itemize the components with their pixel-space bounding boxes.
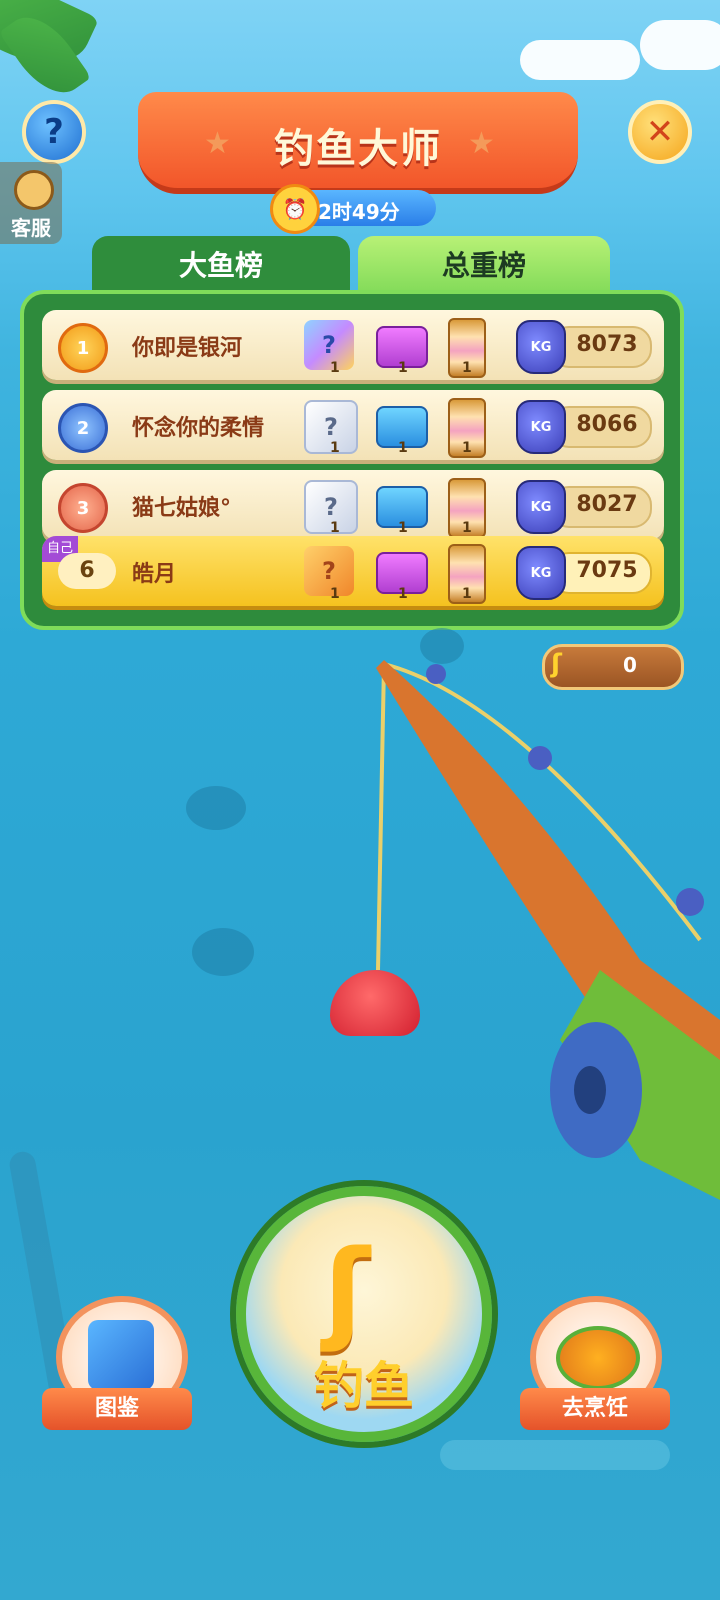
my-rank: 6	[58, 553, 116, 589]
countdown-timer: ⏰ 2时49分	[270, 184, 436, 234]
reward-count: 1	[462, 360, 472, 376]
bronze-medal-icon: 3	[58, 483, 108, 533]
fish-button-label: 钓鱼	[314, 1357, 414, 1415]
rainbow-mystery-box-icon: ?	[304, 320, 354, 370]
leaderboard-row: 3 猫七姑娘° ? 1 1 1 KG 8027	[42, 470, 664, 540]
player-name: 皓月	[132, 562, 177, 587]
cloud	[640, 20, 720, 70]
kg-weight-icon: KG	[516, 480, 566, 534]
weight-value: 8027	[576, 492, 638, 517]
customer-service-button[interactable]: 客服	[0, 162, 62, 244]
player-name: 猫七姑娘°	[132, 496, 232, 521]
fishing-rod	[376, 660, 720, 1200]
handbook-label[interactable]: 图鉴	[42, 1388, 192, 1430]
reward-count: 1	[330, 520, 340, 536]
reward-count: 1	[398, 360, 408, 376]
game-scene: ? ✕ 客服 ★ ★ 钓鱼大师 ⏰ 2时49分 大鱼榜 总重榜 1 你即是银河 …	[0, 0, 720, 1600]
close-icon: ✕	[645, 112, 675, 152]
timer-text: 2时49分	[318, 200, 400, 224]
tab-big-fish[interactable]: 大鱼榜	[92, 236, 350, 298]
weight-value: 8066	[576, 412, 638, 437]
weight-value: 7075	[576, 558, 638, 583]
player-name: 怀念你的柔情	[132, 416, 265, 441]
fish-book-icon	[88, 1320, 154, 1390]
reward-count: 1	[398, 440, 408, 456]
close-button[interactable]: ✕	[628, 100, 692, 164]
reward-count: 1	[462, 520, 472, 536]
fish-button[interactable]: ʃ 钓鱼	[236, 1186, 492, 1442]
silver-medal-icon: 2	[58, 403, 108, 453]
cloud	[520, 40, 640, 80]
gold-medal-icon: 1	[58, 323, 108, 373]
leaderboard-row: 2 怀念你的柔情 ? 1 1 1 KG 8066	[42, 390, 664, 460]
orange-mystery-box-icon: ?	[304, 546, 354, 596]
kg-weight-icon: KG	[516, 400, 566, 454]
kg-weight-icon: KG	[516, 320, 566, 374]
page-title: 钓鱼大师	[274, 126, 442, 172]
reward-count: 1	[330, 586, 340, 602]
reward-count: 1	[330, 360, 340, 376]
kg-weight-icon: KG	[516, 546, 566, 600]
my-rank-row: 自己 6 皓月 ? 1 1 1 KG 7075	[42, 536, 664, 606]
cooking-pot-icon	[556, 1326, 640, 1390]
customer-service-label: 客服	[11, 216, 51, 240]
reward-count: 1	[462, 586, 472, 602]
weight-value: 8073	[576, 332, 638, 357]
reward-count: 1	[462, 440, 472, 456]
reward-count: 1	[330, 440, 340, 456]
reward-count: 1	[398, 586, 408, 602]
tab-total-weight[interactable]: 总重榜	[358, 236, 610, 298]
cook-label[interactable]: 去烹饪	[520, 1388, 670, 1430]
title-banner: ★ ★ 钓鱼大师	[138, 92, 578, 194]
leaderboard-row: 1 你即是银河 ? 1 1 1 KG 8073	[42, 310, 664, 380]
help-button[interactable]: ?	[22, 100, 86, 164]
sand-ridge	[440, 1440, 670, 1470]
alarm-clock-icon: ⏰	[270, 184, 320, 234]
player-name: 你即是银河	[132, 336, 243, 361]
question-icon: ?	[44, 112, 64, 152]
headset-icon	[14, 170, 54, 210]
hook-icon: ʃ	[324, 1226, 370, 1354]
reward-count: 1	[398, 520, 408, 536]
